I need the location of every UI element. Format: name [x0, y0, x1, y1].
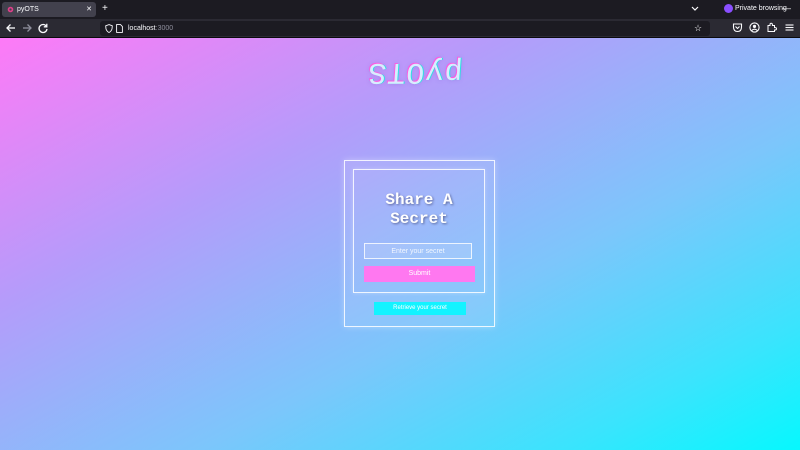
back-arrow-icon[interactable]: [5, 22, 17, 34]
secret-card: Share A Secret Submit Retrieve your secr…: [344, 160, 495, 327]
extensions-icon[interactable]: [766, 22, 777, 33]
page-title: Share A Secret: [385, 191, 453, 228]
retrieve-secret-button[interactable]: Retrieve your secret: [374, 302, 466, 315]
page-content: pyOTS Share A Secret Submit Retrieve you…: [0, 38, 800, 450]
new-tab-button[interactable]: +: [102, 3, 108, 15]
url-host: localhost: [128, 25, 156, 32]
reload-icon[interactable]: [37, 22, 49, 34]
secret-input[interactable]: [364, 243, 472, 259]
url-text: localhost:3000: [128, 23, 173, 34]
browser-tab[interactable]: pyOTS ✕: [2, 2, 96, 17]
tabs-list-icon[interactable]: [690, 3, 700, 15]
private-browsing-label: Private browsing: [735, 5, 787, 12]
pocket-icon[interactable]: [732, 22, 743, 33]
tab-title: pyOTS: [17, 6, 39, 13]
site-logo[interactable]: pyOTS: [343, 48, 486, 94]
tab-strip: pyOTS ✕ + Private browsing —: [0, 0, 800, 19]
submit-button[interactable]: Submit: [364, 266, 475, 282]
minimize-window-button[interactable]: —: [782, 3, 791, 13]
page-icon[interactable]: [116, 24, 123, 33]
share-secret-form: Share A Secret Submit: [353, 169, 485, 293]
url-bar[interactable]: localhost:3000 ☆: [100, 21, 710, 36]
private-mask-icon: [724, 4, 733, 13]
star-icon[interactable]: ☆: [694, 23, 702, 34]
favicon-icon: [7, 6, 14, 13]
shield-icon[interactable]: [105, 24, 113, 33]
account-icon[interactable]: [749, 22, 760, 33]
forward-arrow-icon[interactable]: [21, 22, 33, 34]
menu-icon[interactable]: [784, 22, 795, 33]
close-tab-icon[interactable]: ✕: [86, 4, 92, 15]
navigation-toolbar: localhost:3000 ☆: [0, 19, 800, 38]
url-port: :3000: [155, 25, 174, 32]
